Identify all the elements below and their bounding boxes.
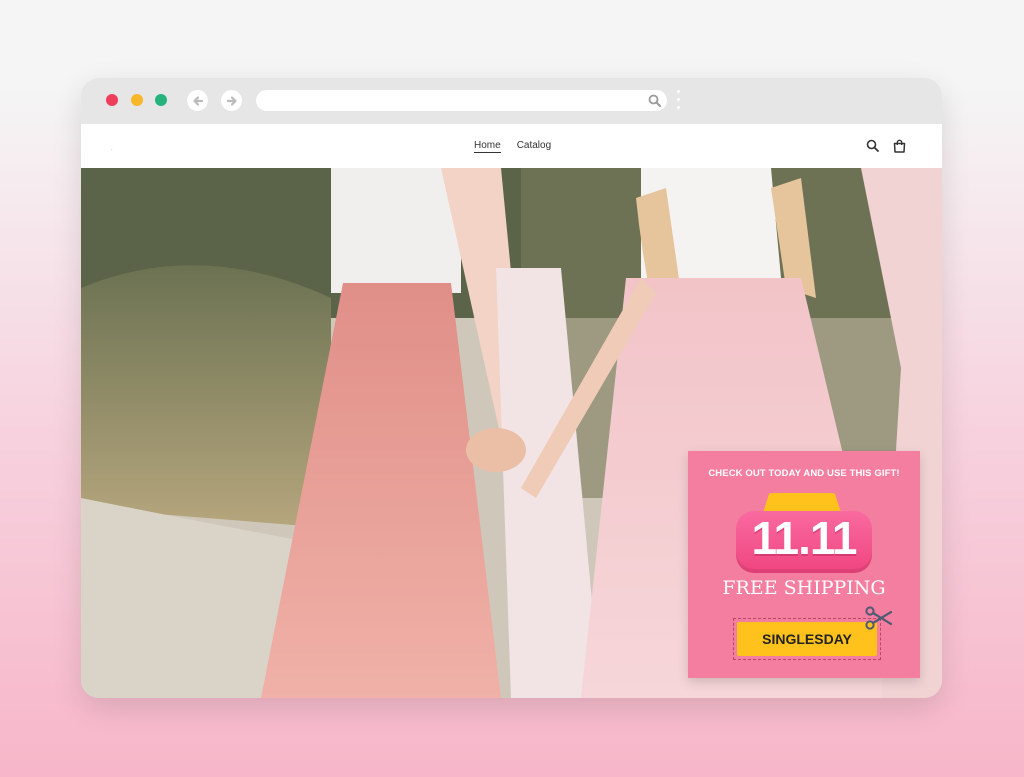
close-window-button[interactable] [106, 94, 118, 106]
address-bar[interactable] [256, 90, 667, 111]
popup-headline: CHECK OUT TODAY AND USE THIS GIFT! [708, 468, 900, 479]
search-icon[interactable] [866, 139, 879, 157]
maximize-window-button[interactable] [155, 94, 167, 106]
scissors-icon [865, 606, 893, 635]
promo-popup: CHECK OUT TODAY AND USE THIS GIFT! 11.11… [688, 451, 920, 678]
menu-item-catalog[interactable]: Catalog [517, 140, 551, 153]
coupon-code-box[interactable]: SINGLESDAY [733, 618, 881, 660]
back-button[interactable] [187, 90, 208, 111]
cart-icon[interactable] [893, 139, 906, 158]
back-arrow-icon [192, 95, 203, 106]
browser-menu-icon[interactable] [675, 90, 681, 112]
forward-arrow-icon [226, 95, 237, 106]
main-menu: Home Catalog [474, 140, 551, 153]
coupon-code[interactable]: SINGLESDAY [737, 622, 877, 656]
offer-title: FREE SHIPPING [722, 577, 886, 599]
site-logo[interactable]: . [111, 146, 113, 152]
browser-toolbar [81, 78, 942, 124]
search-icon [648, 94, 661, 112]
browser-window: . Home Catalog CHECK OUT TODAY AND USE T… [81, 78, 942, 698]
site-header: . Home Catalog [81, 124, 942, 168]
menu-item-home[interactable]: Home [474, 140, 501, 153]
forward-button[interactable] [221, 90, 242, 111]
badge-number: 11.11 [751, 512, 857, 564]
minimize-window-button[interactable] [131, 94, 143, 106]
